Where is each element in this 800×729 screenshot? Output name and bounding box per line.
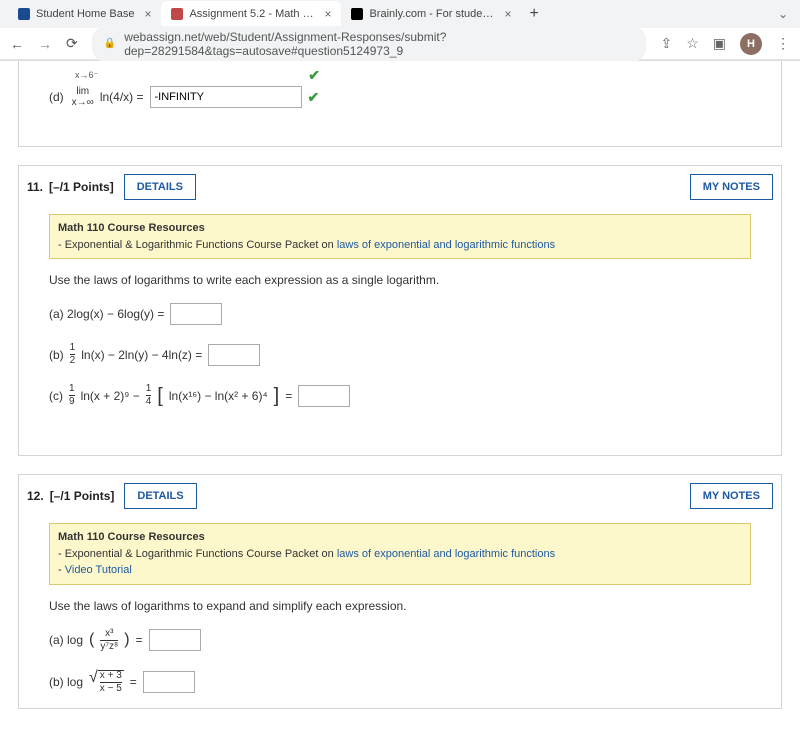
resources-box: Math 110 Course Resources - Exponential …: [49, 523, 751, 585]
right-bracket-icon: ]: [274, 388, 280, 404]
question-points: [–/1 Points]: [49, 180, 114, 194]
star-icon[interactable]: ☆: [686, 35, 699, 52]
details-button[interactable]: DETAILS: [124, 174, 196, 200]
part-d: (d) lim x→∞ ln(4/x) = ✔: [49, 86, 751, 108]
part-b-label: (b) log: [49, 675, 83, 689]
left-paren-icon: (: [89, 631, 94, 649]
forward-button[interactable]: →: [38, 36, 52, 52]
resources-link[interactable]: laws of exponential and logarithmic func…: [337, 548, 555, 560]
fraction-ninth: 19: [69, 384, 75, 407]
check-icon: ✔: [308, 67, 320, 84]
favicon-icon: [171, 8, 183, 20]
browser-actions: ⇪ ☆ ▣ H ⋮: [660, 33, 790, 55]
new-tab-button[interactable]: +: [521, 1, 546, 27]
q11-part-b: (b) 12 ln(x) − 2ln(y) − 4ln(z) =: [49, 343, 751, 366]
check-icon: ✔: [308, 89, 320, 106]
right-paren-icon: ): [124, 631, 129, 649]
q12-part-a: (a) log ( x³y⁷z⁸ ) =: [49, 629, 751, 652]
details-button[interactable]: DETAILS: [124, 483, 196, 509]
prev-limit-sub: x→6⁻: [75, 70, 98, 81]
resources-link[interactable]: laws of exponential and logarithmic func…: [337, 239, 555, 251]
resources-title: Math 110 Course Resources: [58, 220, 742, 237]
resources-prefix: - Exponential & Logarithmic Functions Co…: [58, 239, 337, 251]
question-header: 12. [–/1 Points] DETAILS MY NOTES: [19, 475, 781, 519]
part-a-expr: (a) 2log(x) − 6log(y) =: [49, 307, 164, 321]
fraction-half: 12: [70, 343, 76, 366]
part-label: (d): [49, 90, 64, 104]
tab-assignment[interactable]: Assignment 5.2 - Math 110 W ×: [161, 1, 341, 27]
sqrt-icon: √: [89, 670, 98, 686]
resources-box: Math 110 Course Resources - Exponential …: [49, 214, 751, 259]
expr-text: ln(4/x) =: [100, 90, 144, 104]
video-tutorial-link[interactable]: Video Tutorial: [65, 564, 132, 576]
part-b-expr: ln(x) − 2ln(y) − 4ln(z) =: [81, 348, 202, 362]
question-header: 11. [–/1 Points] DETAILS MY NOTES: [19, 166, 781, 210]
answer-input-d[interactable]: [150, 86, 302, 108]
reload-button[interactable]: ⟳: [66, 35, 78, 52]
question-card-12: 12. [–/1 Points] DETAILS MY NOTES Math 1…: [18, 474, 782, 709]
favicon-icon: [351, 8, 363, 20]
sqrt-expr: √ x + 3x − 5: [89, 670, 124, 694]
address-bar: ← → ⟳ 🔒 webassign.net/web/Student/Assign…: [0, 28, 800, 60]
q12a-fraction: x³y⁷z⁸: [100, 629, 118, 652]
chevron-down-icon[interactable]: ⌄: [766, 3, 800, 25]
part-b-label: (b): [49, 348, 64, 362]
part-c-inner: ln(x¹⁶) − ln(x² + 6)⁴: [169, 389, 268, 403]
answer-input-11b[interactable]: [208, 344, 260, 366]
menu-icon[interactable]: ⋮: [776, 35, 790, 52]
url-text: webassign.net/web/Student/Assignment-Res…: [124, 30, 634, 58]
answer-input-12a[interactable]: [149, 629, 201, 651]
tab-title: Student Home Base: [36, 8, 134, 20]
tab-title: Assignment 5.2 - Math 110 W: [189, 8, 314, 20]
my-notes-button[interactable]: MY NOTES: [690, 483, 773, 509]
tab-strip: Student Home Base × Assignment 5.2 - Mat…: [0, 0, 800, 28]
page-content: x→6⁻ ✔ (d) lim x→∞ ln(4/x) = ✔ 11. [–/1 …: [0, 61, 800, 729]
instructions: Use the laws of logarithms to write each…: [49, 273, 751, 287]
left-bracket-icon: [: [157, 388, 163, 404]
fraction-quarter: 14: [146, 384, 152, 407]
favicon-icon: [18, 8, 30, 20]
question-card-prev: x→6⁻ ✔ (d) lim x→∞ ln(4/x) = ✔: [18, 61, 782, 147]
lock-icon: 🔒: [104, 38, 116, 49]
answer-input-12b[interactable]: [143, 671, 195, 693]
back-button[interactable]: ←: [10, 36, 24, 52]
q11-part-a: (a) 2log(x) − 6log(y) =: [49, 303, 751, 325]
close-icon[interactable]: ×: [324, 7, 331, 21]
part-a-eq: =: [136, 633, 143, 647]
close-icon[interactable]: ×: [144, 7, 151, 21]
browser-chrome: Student Home Base × Assignment 5.2 - Mat…: [0, 0, 800, 61]
my-notes-button[interactable]: MY NOTES: [690, 174, 773, 200]
resources-prefix: - Exponential & Logarithmic Functions Co…: [58, 548, 337, 560]
url-input[interactable]: 🔒 webassign.net/web/Student/Assignment-R…: [92, 26, 647, 62]
extensions-icon[interactable]: ▣: [713, 35, 726, 52]
limit-expr: lim x→∞: [72, 86, 94, 108]
share-icon[interactable]: ⇪: [660, 35, 672, 52]
part-a-label: (a) log: [49, 633, 83, 647]
question-number: 12.: [27, 489, 44, 503]
q12-part-b: (b) log √ x + 3x − 5 =: [49, 670, 751, 694]
resources-title: Math 110 Course Resources: [58, 529, 742, 546]
tab-title: Brainly.com - For students. By: [369, 8, 494, 20]
avatar[interactable]: H: [740, 33, 762, 55]
part-c-label: (c): [49, 389, 63, 403]
question-card-11: 11. [–/1 Points] DETAILS MY NOTES Math 1…: [18, 165, 782, 456]
answer-input-11a[interactable]: [170, 303, 222, 325]
part-c-eq: =: [285, 389, 292, 403]
tab-student-home[interactable]: Student Home Base ×: [8, 1, 161, 27]
question-points: [–/1 Points]: [50, 489, 115, 503]
tab-brainly[interactable]: Brainly.com - For students. By ×: [341, 1, 521, 27]
q11-part-c: (c) 19 ln(x + 2)⁹ − 14 [ ln(x¹⁶) − ln(x²…: [49, 384, 751, 407]
question-number: 11.: [27, 180, 43, 194]
answer-input-11c[interactable]: [298, 385, 350, 407]
instructions: Use the laws of logarithms to expand and…: [49, 599, 751, 613]
part-c-mid: ln(x + 2)⁹ −: [81, 389, 140, 403]
close-icon[interactable]: ×: [504, 7, 511, 21]
part-b-eq: =: [130, 675, 137, 689]
